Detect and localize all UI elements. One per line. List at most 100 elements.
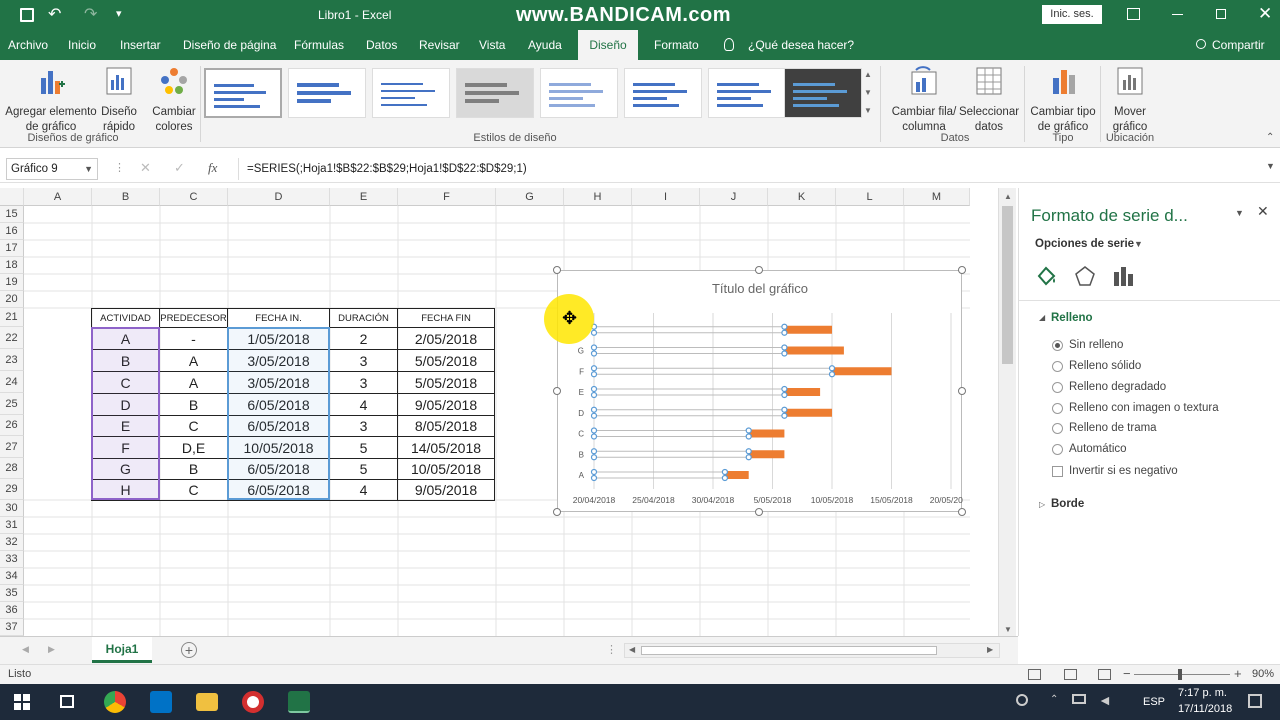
chart-style-5[interactable] bbox=[540, 68, 618, 118]
duration-bar[interactable] bbox=[784, 325, 832, 334]
table-cell[interactable]: A bbox=[159, 349, 228, 372]
bandicam-icon[interactable] bbox=[242, 691, 264, 713]
redo-icon[interactable]: ↷ bbox=[84, 4, 97, 24]
selection-handle[interactable] bbox=[828, 371, 836, 378]
row-header[interactable]: 31 bbox=[0, 517, 24, 534]
chevron-down-icon[interactable]: ▼ bbox=[1134, 239, 1143, 249]
selection-handle[interactable] bbox=[590, 385, 598, 393]
table-cell[interactable]: 2/05/2018 bbox=[397, 327, 495, 350]
column-header[interactable]: J bbox=[700, 188, 768, 206]
table-header-cell[interactable]: ACTIVIDAD bbox=[91, 308, 160, 328]
fill-section-header[interactable]: Relleno bbox=[1051, 312, 1093, 324]
tray-chevron-icon[interactable]: ⌃ bbox=[1050, 694, 1058, 705]
selection-handle[interactable] bbox=[590, 371, 598, 378]
zoom-out-icon[interactable]: − bbox=[1123, 666, 1131, 681]
selection-handle[interactable] bbox=[745, 433, 752, 440]
row-header[interactable]: 36 bbox=[0, 602, 24, 619]
duration-bar[interactable] bbox=[784, 408, 832, 417]
selection-handle[interactable] bbox=[590, 454, 598, 461]
spreadsheet-grid[interactable]: A B C D E F G H I J K L M 15 16 17 18 19… bbox=[0, 188, 1016, 636]
people-icon[interactable] bbox=[1016, 694, 1028, 706]
tab-revisar[interactable]: Revisar bbox=[411, 30, 468, 60]
selection-handle[interactable] bbox=[781, 344, 788, 351]
share-button[interactable]: Compartir bbox=[1204, 30, 1273, 60]
column-header[interactable]: L bbox=[836, 188, 904, 206]
selection-handle[interactable] bbox=[781, 412, 788, 419]
column-header[interactable]: C bbox=[160, 188, 228, 206]
selection-handle[interactable] bbox=[590, 350, 598, 357]
chart-style-6[interactable] bbox=[624, 68, 702, 118]
table-cell[interactable]: 14/05/2018 bbox=[397, 436, 495, 459]
row-header[interactable]: 18 bbox=[0, 257, 24, 274]
fill-option-none[interactable]: Sin relleno bbox=[1052, 339, 1123, 351]
effects-icon[interactable] bbox=[1073, 264, 1097, 288]
chart-object[interactable]: Título del gráfico 20/04/2018 25/04/2018 30… bbox=[557, 270, 973, 512]
tab-datos[interactable]: Datos bbox=[358, 30, 405, 60]
table-cell[interactable]: 3 bbox=[329, 349, 398, 372]
row-header[interactable]: 17 bbox=[0, 240, 24, 257]
selection-handle[interactable] bbox=[590, 391, 598, 399]
zoom-level[interactable]: 90% bbox=[1252, 668, 1274, 680]
tab-archivo[interactable]: Archivo bbox=[0, 30, 56, 60]
tab-diseno-pagina[interactable]: Diseño de página bbox=[175, 30, 284, 60]
tab-formato[interactable]: Formato bbox=[646, 30, 707, 60]
row-header[interactable]: 29 bbox=[0, 479, 24, 500]
vertical-scrollbar[interactable]: ▲ ▼ bbox=[998, 188, 1016, 636]
chart-style-7[interactable] bbox=[708, 68, 786, 118]
select-data-button[interactable]: Seleccionar datos bbox=[958, 66, 1020, 135]
table-cell[interactable]: 4 bbox=[329, 479, 398, 501]
collapse-fill-icon[interactable]: ◢ bbox=[1039, 313, 1045, 322]
selection-handle[interactable] bbox=[745, 454, 752, 461]
start-series-bar[interactable] bbox=[593, 347, 785, 354]
duration-bar[interactable] bbox=[748, 450, 785, 459]
resize-handle[interactable] bbox=[958, 387, 966, 395]
start-series-bar[interactable] bbox=[593, 326, 785, 334]
chart-style-4[interactable] bbox=[456, 68, 534, 118]
row-header[interactable]: 16 bbox=[0, 223, 24, 240]
table-header-cell[interactable]: DURACIÓN bbox=[329, 308, 398, 328]
duration-bar[interactable] bbox=[784, 388, 821, 396]
fill-option-gradient[interactable]: Relleno degradado bbox=[1052, 381, 1166, 393]
column-header[interactable]: I bbox=[632, 188, 700, 206]
gallery-scroll-down[interactable]: ▼ bbox=[864, 88, 872, 97]
fill-option-automatic[interactable]: Automático bbox=[1052, 443, 1127, 455]
table-cell[interactable]: 4 bbox=[329, 393, 398, 416]
table-cell[interactable]: B bbox=[159, 458, 228, 480]
collapse-border-icon[interactable]: ▷ bbox=[1039, 500, 1045, 509]
fill-option-pattern[interactable]: Relleno de trama bbox=[1052, 422, 1157, 434]
table-cell[interactable]: 3 bbox=[329, 371, 398, 394]
volume-icon[interactable]: ◄ bbox=[1098, 692, 1112, 708]
page-layout-icon[interactable] bbox=[1064, 669, 1077, 680]
gallery-more[interactable]: ▼ bbox=[864, 106, 872, 115]
duration-bar[interactable] bbox=[832, 367, 892, 376]
row-header[interactable]: 35 bbox=[0, 585, 24, 602]
task-view-icon[interactable] bbox=[60, 695, 74, 708]
move-chart-button[interactable]: Mover gráfico bbox=[1104, 66, 1156, 135]
scroll-left-icon[interactable]: ◀ bbox=[629, 645, 635, 654]
radio-icon[interactable] bbox=[1052, 422, 1063, 434]
zoom-slider-thumb[interactable] bbox=[1178, 669, 1182, 680]
selection-handle[interactable] bbox=[781, 406, 788, 413]
table-cell[interactable]: 2 bbox=[329, 327, 398, 350]
table-cell[interactable]: 8/05/2018 bbox=[397, 415, 495, 437]
table-cell[interactable]: D,E bbox=[159, 436, 228, 459]
column-header[interactable]: M bbox=[904, 188, 970, 206]
selection-handle[interactable] bbox=[590, 433, 598, 440]
radio-icon[interactable] bbox=[1052, 443, 1063, 455]
resize-handle[interactable] bbox=[958, 508, 966, 516]
selection-handle[interactable] bbox=[590, 365, 598, 372]
selection-handle[interactable] bbox=[745, 427, 752, 434]
row-header[interactable]: 34 bbox=[0, 568, 24, 585]
save-icon[interactable] bbox=[20, 8, 34, 22]
row-header[interactable]: 20 bbox=[0, 291, 24, 308]
start-series-bar[interactable] bbox=[593, 450, 750, 458]
scroll-down-icon[interactable]: ▼ bbox=[1004, 625, 1012, 634]
table-cell[interactable]: 9/05/2018 bbox=[397, 479, 495, 501]
radio-icon[interactable] bbox=[1052, 402, 1063, 414]
notifications-icon[interactable] bbox=[1248, 694, 1262, 708]
chart-style-3[interactable] bbox=[372, 68, 450, 118]
windows-start-icon[interactable] bbox=[14, 694, 30, 710]
tab-ayuda[interactable]: Ayuda bbox=[520, 30, 570, 60]
resize-handle[interactable] bbox=[958, 266, 966, 274]
selection-handle[interactable] bbox=[590, 474, 598, 482]
